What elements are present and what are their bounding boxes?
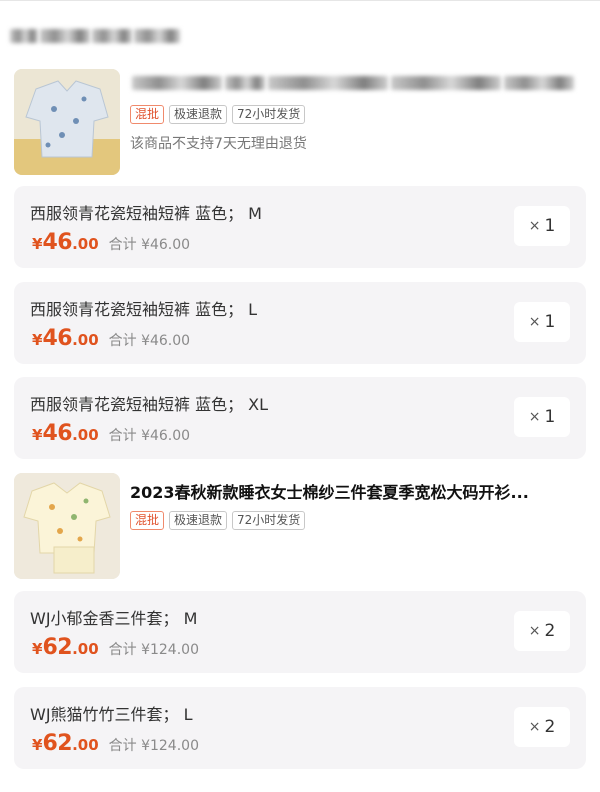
times-icon: × — [528, 409, 541, 425]
product-thumbnail[interactable] — [14, 69, 120, 175]
tag-72h-ship: 72小时发货 — [232, 511, 306, 530]
currency-symbol: ¥ — [32, 736, 43, 754]
shop-name-redacted[interactable] — [10, 21, 180, 51]
quantity-value: 1 — [544, 216, 556, 236]
currency-symbol: ¥ — [32, 426, 43, 444]
price-integer: 62 — [42, 731, 73, 756]
sku-name: 西服领青花瓷短袖短裤 蓝色； M — [30, 204, 262, 223]
sku-name: 西服领青花瓷短袖短裤 蓝色； XL — [30, 395, 269, 414]
sku-row[interactable]: 西服领青花瓷短袖短裤 蓝色； L ¥ 46 .00 合计 ¥46.00 × 1 — [14, 282, 586, 364]
quantity-value: 2 — [544, 717, 556, 737]
price-decimal: .00 — [72, 640, 99, 658]
times-icon: × — [528, 623, 541, 639]
quantity-badge[interactable]: × 1 — [514, 302, 570, 342]
sku-price: ¥ 62 .00 合计 ¥124.00 — [32, 635, 199, 660]
product-title[interactable]: 2023春秋新款睡衣女士棉纱三件套夏季宽松大码开衫... — [130, 479, 580, 503]
sku-row[interactable]: WJ小郁金香三件套； M ¥ 62 .00 合计 ¥124.00 × 2 — [14, 591, 586, 673]
sku-name: WJ小郁金香三件套； M — [30, 609, 198, 628]
order-card: 混批 极速退款 72小时发货 该商品不支持7天无理由退货 西服领青花瓷短袖短裤 … — [0, 0, 600, 792]
price-integer: 46 — [42, 421, 73, 446]
price-decimal: .00 — [72, 235, 99, 253]
sku-name: 西服领青花瓷短袖短裤 蓝色； L — [30, 300, 258, 319]
times-icon: × — [528, 218, 541, 234]
price-decimal: .00 — [72, 331, 99, 349]
times-icon: × — [528, 314, 541, 330]
price-decimal: .00 — [72, 426, 99, 444]
quantity-value: 1 — [544, 312, 556, 332]
currency-symbol: ¥ — [32, 640, 43, 658]
currency-symbol: ¥ — [32, 235, 43, 253]
price-decimal: .00 — [72, 736, 99, 754]
service-tags: 混批 极速退款 72小时发货 — [130, 511, 306, 530]
price-integer: 62 — [42, 635, 73, 660]
sku-subtotal: 合计 ¥46.00 — [108, 428, 191, 444]
quantity-badge[interactable]: × 1 — [514, 206, 570, 246]
sku-name: WJ熊猫竹竹三件套； L — [30, 705, 193, 724]
product-title-redacted — [132, 73, 586, 93]
quantity-value: 1 — [544, 407, 556, 427]
sku-subtotal: 合计 ¥124.00 — [108, 738, 199, 754]
sku-price: ¥ 46 .00 合计 ¥46.00 — [32, 326, 190, 351]
quantity-value: 2 — [544, 621, 556, 641]
product-item[interactable]: 2023春秋新款睡衣女士棉纱三件套夏季宽松大码开衫... 混批 极速退款 72小… — [14, 473, 586, 583]
sku-row[interactable]: 西服领青花瓷短袖短裤 蓝色； M ¥ 46 .00 合计 ¥46.00 × 1 — [14, 186, 586, 268]
quantity-badge[interactable]: × 2 — [514, 611, 570, 651]
product-thumbnail[interactable] — [14, 473, 120, 579]
quantity-badge[interactable]: × 2 — [514, 707, 570, 747]
service-tags: 混批 极速退款 72小时发货 — [130, 105, 306, 124]
no-return-notice: 该商品不支持7天无理由退货 — [130, 136, 307, 152]
sku-price: ¥ 46 .00 合计 ¥46.00 — [32, 230, 190, 255]
tag-fast-refund: 极速退款 — [169, 105, 228, 124]
tag-fast-refund: 极速退款 — [169, 511, 228, 530]
price-integer: 46 — [42, 230, 73, 255]
sku-price: ¥ 62 .00 合计 ¥124.00 — [32, 731, 199, 756]
sku-subtotal: 合计 ¥46.00 — [108, 333, 191, 349]
sku-price: ¥ 46 .00 合计 ¥46.00 — [32, 421, 190, 446]
currency-symbol: ¥ — [32, 331, 43, 349]
sku-subtotal: 合计 ¥46.00 — [108, 237, 191, 253]
product-item[interactable]: 混批 极速退款 72小时发货 该商品不支持7天无理由退货 — [14, 69, 586, 179]
sku-row[interactable]: WJ熊猫竹竹三件套； L ¥ 62 .00 合计 ¥124.00 × 2 — [14, 687, 586, 769]
sku-row[interactable]: 西服领青花瓷短袖短裤 蓝色； XL ¥ 46 .00 合计 ¥46.00 × 1 — [14, 377, 586, 459]
times-icon: × — [528, 719, 541, 735]
quantity-badge[interactable]: × 1 — [514, 397, 570, 437]
price-integer: 46 — [42, 326, 73, 351]
tag-mixed-batch: 混批 — [130, 511, 165, 530]
tag-mixed-batch: 混批 — [130, 105, 165, 124]
tag-72h-ship: 72小时发货 — [232, 105, 306, 124]
sku-subtotal: 合计 ¥124.00 — [108, 642, 199, 658]
